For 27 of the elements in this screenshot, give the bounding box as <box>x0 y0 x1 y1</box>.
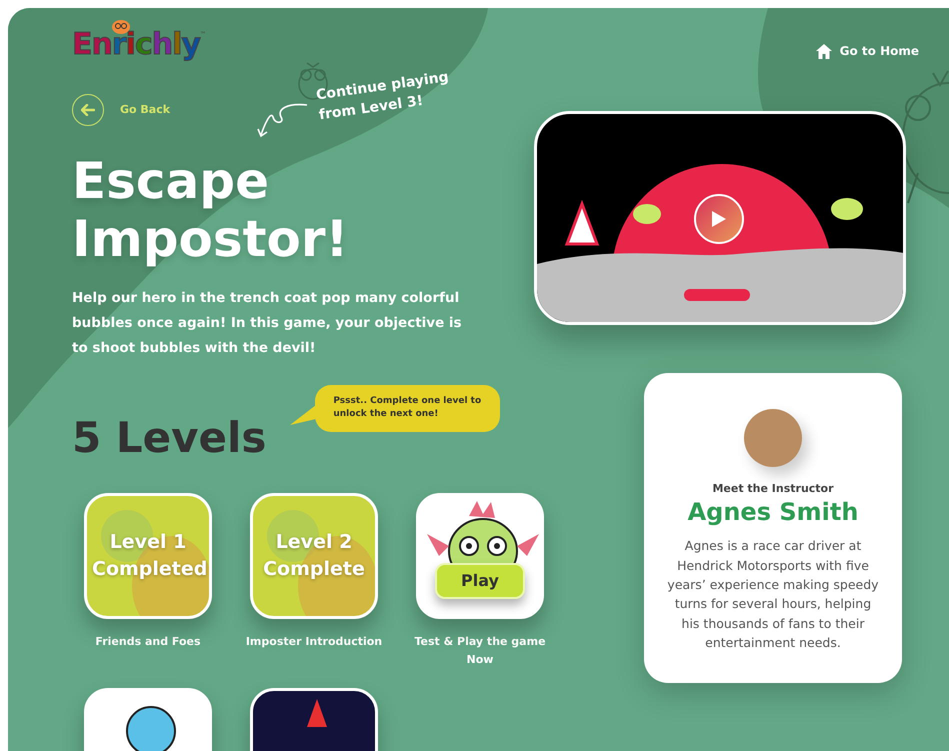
instructor-name: Agnes Smith <box>686 498 860 526</box>
home-icon <box>816 44 832 58</box>
back-button[interactable] <box>72 94 104 126</box>
level-title: Friends and Foes <box>94 634 202 650</box>
logo[interactable]: Enrichly <box>72 27 200 62</box>
play-icon <box>711 210 727 228</box>
back-link[interactable]: Go Back <box>120 102 170 118</box>
level-title: Test & Play the game Now <box>413 634 547 668</box>
creature-drawing <box>126 706 176 751</box>
hint-note: Continue playing from Level 3! <box>315 68 451 126</box>
levels-heading: 5 Levels <box>72 416 266 459</box>
home-link[interactable]: Go to Home <box>816 42 919 60</box>
instructor-bio: Agnes is a race car driver at Hendrick Motorsports with five years’ experience making speedy turns for several hours, helping his thousands of fans to their entertainment needs. <box>666 537 880 652</box>
game-title: Escape Impostor! <box>72 153 350 268</box>
back-arrow-icon <box>81 104 95 116</box>
level-card[interactable]: Play <box>416 492 544 619</box>
play-button[interactable]: Play <box>435 562 525 599</box>
game-description: Help our hero in the trench coat pop many colorful bubbles once again! In this game, your objective is to shoot bubbles with the devil! <box>72 289 463 358</box>
bubble-tail <box>290 404 316 425</box>
rocket-drawing <box>307 699 327 728</box>
level-title: Imposter Introduction <box>244 634 384 650</box>
level-card[interactable]: Level 2 Complete <box>250 492 378 619</box>
tip-bubble: Pssst.. Complete one level to unlock the next one! <box>315 384 500 432</box>
level-status: Level 2 Complete <box>262 530 366 582</box>
level-card[interactable]: Level 1 Completed <box>84 492 212 619</box>
instructor-label: Meet the Instructor <box>711 481 835 497</box>
level-status: Level 1 Completed <box>92 530 204 582</box>
